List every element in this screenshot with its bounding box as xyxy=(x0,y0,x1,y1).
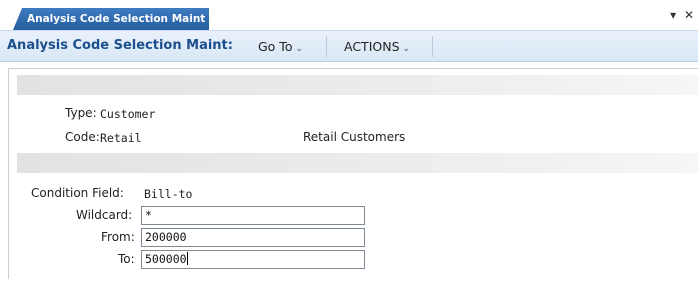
code-description: Retail Customers xyxy=(303,130,406,144)
text-cursor xyxy=(186,252,188,265)
to-label: To: xyxy=(118,252,135,266)
toolbar-separator xyxy=(432,36,433,57)
from-label: From: xyxy=(101,230,135,244)
type-label: Type: xyxy=(65,106,97,120)
actions-menu-label: ACTIONS xyxy=(344,39,400,54)
section-band-header xyxy=(17,75,698,95)
code-value: Retail xyxy=(100,131,142,145)
toolbar-separator xyxy=(326,36,327,57)
tab-label: Analysis Code Selection Maint xyxy=(27,13,206,25)
code-label: Code: xyxy=(65,130,100,144)
condition-field-label: Condition Field: xyxy=(31,186,124,200)
goto-menu-label: Go To xyxy=(258,39,293,54)
chevron-down-icon: ⌄ xyxy=(402,44,411,54)
type-value: Customer xyxy=(100,107,156,121)
tab-strip: Analysis Code Selection Maint ▾ ✕ xyxy=(0,0,698,31)
wildcard-input-value: * xyxy=(145,208,152,222)
to-input-value: 500000 xyxy=(145,252,187,266)
section-band-criteria xyxy=(17,153,698,173)
main-panel: Type: Customer Code: Retail Retail Custo… xyxy=(8,68,698,279)
tab-menu-dropdown-icon[interactable]: ▾ xyxy=(670,8,676,22)
wildcard-input[interactable]: * xyxy=(141,206,365,225)
wildcard-label: Wildcard: xyxy=(76,208,133,222)
goto-menu[interactable]: Go To ⌄ xyxy=(258,39,303,54)
tab-analysis-code-selection-maint[interactable]: Analysis Code Selection Maint xyxy=(13,8,209,30)
actions-menu[interactable]: ACTIONS ⌄ xyxy=(344,39,410,54)
tab-controls: ▾ ✕ xyxy=(666,8,694,22)
condition-field-value: Bill-to xyxy=(144,187,193,201)
from-input[interactable]: 200000 xyxy=(141,228,365,247)
from-input-value: 200000 xyxy=(145,230,187,244)
to-input[interactable]: 500000 xyxy=(141,250,365,269)
close-icon[interactable]: ✕ xyxy=(684,8,694,22)
chevron-down-icon: ⌄ xyxy=(295,44,304,54)
toolbar: Analysis Code Selection Maint: Go To ⌄ AC… xyxy=(0,31,698,62)
screen-title: Analysis Code Selection Maint: xyxy=(7,38,233,53)
